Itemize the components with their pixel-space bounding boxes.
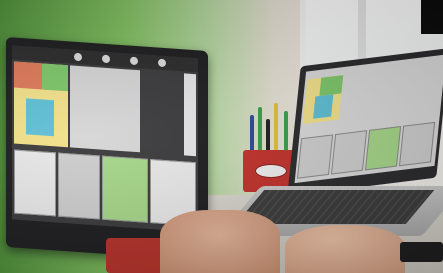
phone [400, 242, 443, 262]
status-icon-2 [102, 54, 110, 64]
hand-left [160, 210, 280, 273]
hand-right [285, 225, 405, 273]
screen-tile-2 [58, 152, 100, 220]
status-icon-3 [130, 56, 138, 66]
status-icon-4 [158, 58, 166, 68]
holder-logo [255, 164, 287, 178]
laptop-tile-1 [296, 134, 334, 179]
machine-status-panel [70, 65, 140, 153]
spreader-pattern [26, 98, 54, 137]
laptop-pattern [313, 94, 334, 119]
pen [274, 103, 278, 155]
laptop-tile-4 [398, 121, 436, 167]
laptop-tile-3 [364, 125, 402, 171]
laptop-tile-2 [330, 130, 368, 175]
pen [284, 111, 288, 155]
terminal-screen [12, 45, 198, 233]
screen-tile-3 [102, 155, 148, 223]
status-icon-1 [74, 52, 82, 62]
laptop-screen [287, 48, 443, 196]
laptop-display [294, 54, 443, 184]
side-toolbar [184, 73, 196, 157]
laptop-map-green [319, 75, 344, 97]
pen [258, 107, 262, 155]
dark-object [421, 0, 443, 34]
pen [250, 115, 254, 155]
map-green-zone [42, 63, 68, 92]
photo-scene [0, 0, 443, 273]
screen-tile-1 [14, 149, 56, 217]
